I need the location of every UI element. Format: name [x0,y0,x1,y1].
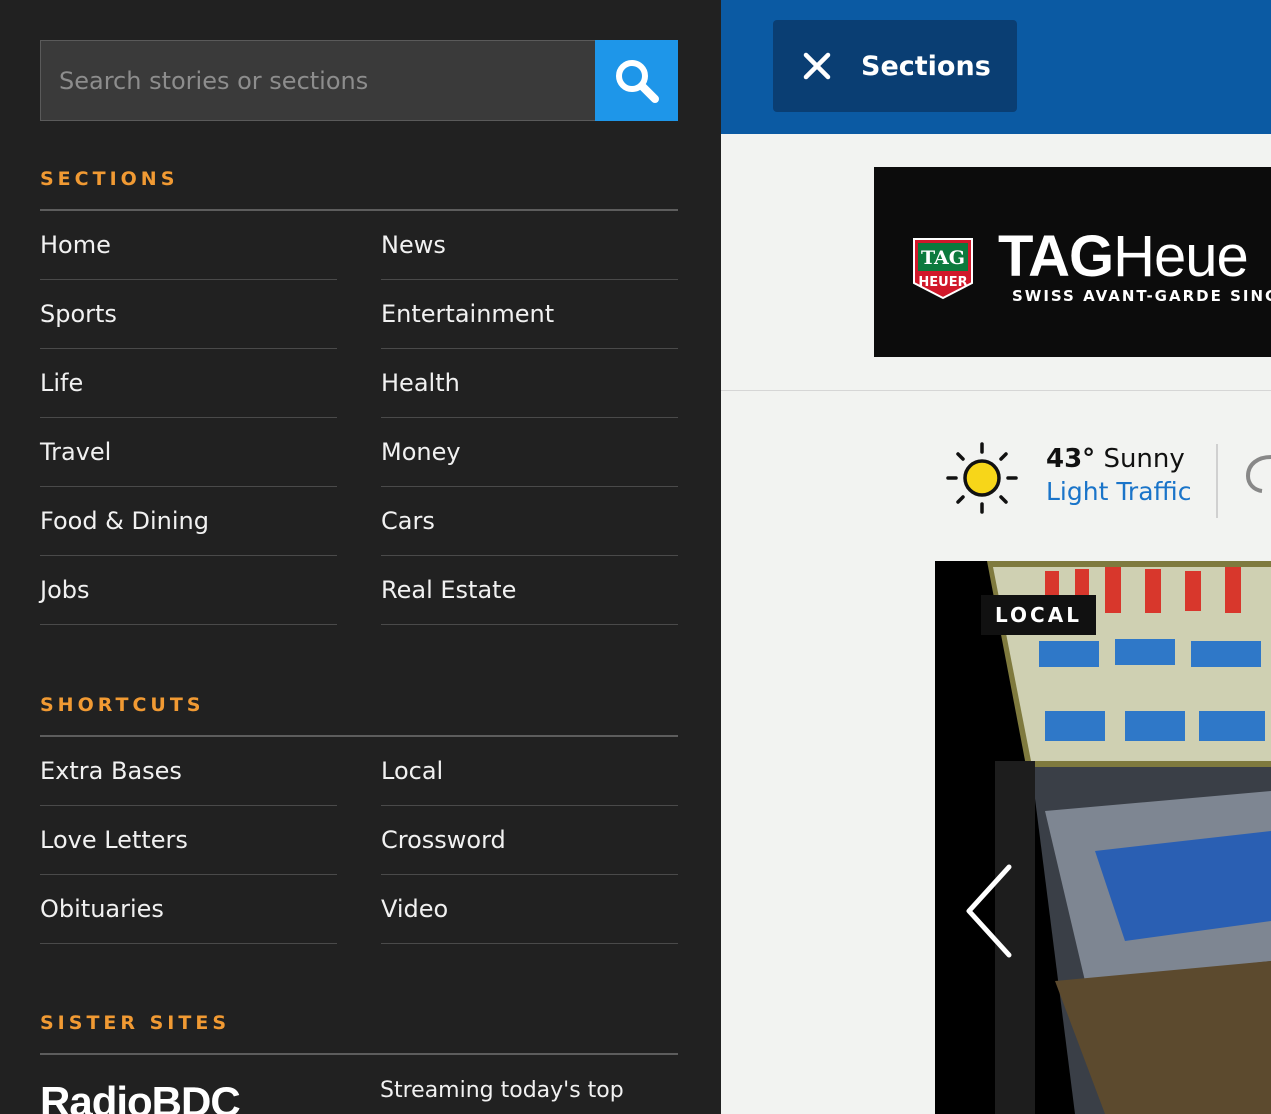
top-bar: Sections [721,0,1271,134]
section-link-health[interactable]: Health [381,349,678,418]
weather-summary: 43° Sunny [1046,444,1185,474]
sections-drawer: SECTIONS Home News Sports Entertainment … [0,0,721,1114]
section-link-home[interactable]: Home [40,211,337,280]
ad-brand-bold: TAG [998,224,1114,289]
section-link-cars[interactable]: Cars [381,487,678,556]
sister-sites-divider [40,1053,678,1055]
badge-text-top: TAG [921,247,965,269]
ad-tagline: SWISS AVANT-GARDE SINCE [1012,287,1271,305]
story-image [935,561,1271,1114]
section-link-news[interactable]: News [381,211,678,280]
search-bar [40,40,678,121]
section-link-real-estate[interactable]: Real Estate [381,556,678,625]
shortcut-link-video[interactable]: Video [381,875,678,944]
sections-list: Home News Sports Entertainment Life Heal… [40,211,678,625]
traffic-link[interactable]: Light Traffic [1046,477,1191,506]
tag-heuer-badge: TAG HEUER [913,238,973,300]
cloud-icon [1245,455,1271,493]
section-link-life[interactable]: Life [40,349,337,418]
shortcuts-list: Extra Bases Local Love Letters Crossword… [40,737,678,944]
close-icon [803,52,831,80]
shortcut-link-obituaries[interactable]: Obituaries [40,875,337,944]
weather-condition: Sunny [1103,444,1185,474]
section-link-jobs[interactable]: Jobs [40,556,337,625]
ad-brand-name: TAGHeue [998,223,1249,290]
section-link-sports[interactable]: Sports [40,280,337,349]
tag-heuer-ad[interactable]: TAG HEUER TAGHeue SWISS AVANT-GARDE SINC… [874,167,1271,357]
sister-sites-heading: SISTER SITES [40,1012,230,1034]
shortcut-link-extra-bases[interactable]: Extra Bases [40,737,337,806]
ad-brand-light: Heue [1113,224,1249,289]
sections-heading: SECTIONS [40,168,179,190]
section-link-food-dining[interactable]: Food & Dining [40,487,337,556]
badge-text-bottom: HEUER [918,275,967,290]
sections-button-label: Sections [861,50,991,82]
shortcut-link-local[interactable]: Local [381,737,678,806]
weather-temperature: 43° [1046,444,1096,474]
search-input[interactable] [40,40,595,121]
story-category-label: LOCAL [981,595,1096,635]
section-link-entertainment[interactable]: Entertainment [381,280,678,349]
search-icon [615,59,659,103]
sun-icon [946,442,1018,514]
chevron-left-icon[interactable] [961,861,1017,961]
section-link-travel[interactable]: Travel [40,418,337,487]
weather-divider [1216,444,1218,518]
shortcuts-heading: SHORTCUTS [40,694,205,716]
radiobdc-description: Streaming today's top [380,1078,624,1103]
search-button[interactable] [595,40,678,121]
story-carousel[interactable]: LOCAL [935,561,1271,1114]
shortcut-link-crossword[interactable]: Crossword [381,806,678,875]
close-sections-button[interactable]: Sections [773,20,1017,112]
shortcut-link-love-letters[interactable]: Love Letters [40,806,337,875]
content-divider [721,390,1271,391]
radiobdc-logo[interactable]: RadioBDC [40,1078,241,1114]
section-link-money[interactable]: Money [381,418,678,487]
